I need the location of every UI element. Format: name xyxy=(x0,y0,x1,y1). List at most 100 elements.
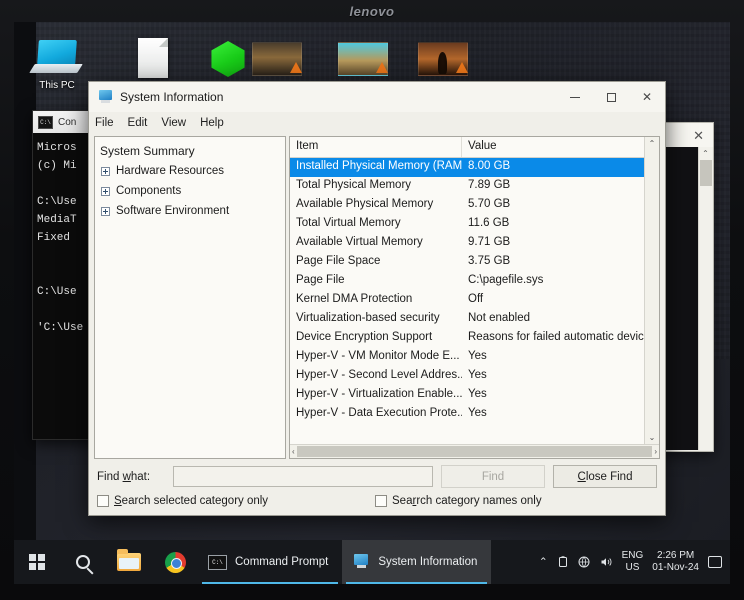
list-vertical-scrollbar[interactable]: ⌃ ⌄ xyxy=(644,137,659,444)
find-bar: Find what: Find Close Find Search select… xyxy=(89,459,665,515)
laptop-bezel: lenovo This PC ✕ ⌃ C:\ Con Micros (c) Mi… xyxy=(0,0,744,600)
desktop-icon-photo-3[interactable] xyxy=(412,36,474,80)
action-center-icon[interactable] xyxy=(708,556,722,568)
table-row[interactable]: Page File C:\pagefile.sys xyxy=(290,272,644,291)
menu-item-edit[interactable]: Edit xyxy=(128,117,148,129)
row-value: Yes xyxy=(468,407,487,419)
table-row[interactable]: Hyper-V - Second Level Addres... Yes xyxy=(290,367,644,386)
close-icon[interactable]: ✕ xyxy=(693,129,704,142)
active-indicator xyxy=(202,582,339,584)
table-row[interactable]: Available Virtual Memory 9.71 GB xyxy=(290,234,644,253)
menu-item-help[interactable]: Help xyxy=(200,117,224,129)
system-information-window[interactable]: System Information ✕ File Edit View Help… xyxy=(88,81,666,516)
desktop-icon-photo-2[interactable] xyxy=(332,36,394,80)
details-list-inner: Item Value Installed Physical Memory (RA… xyxy=(290,137,659,444)
table-row[interactable]: Total Virtual Memory 11.6 GB xyxy=(290,215,644,234)
maximize-button[interactable] xyxy=(593,82,629,112)
search-button[interactable] xyxy=(60,540,106,584)
tree-item-software-environment[interactable]: Software Environment xyxy=(95,201,285,221)
system-tray: ⌃ ENG US 2:26 PM 01-Nov-24 xyxy=(539,550,730,574)
row-value: 8.00 GB xyxy=(468,160,511,172)
category-tree[interactable]: System Summary Hardware Resources Compon… xyxy=(94,136,286,459)
table-row[interactable]: Total Physical Memory 7.89 GB xyxy=(290,177,644,196)
find-what-label: Find what: xyxy=(97,470,151,483)
menu-item-view[interactable]: View xyxy=(161,117,186,129)
document-icon xyxy=(122,36,184,80)
scroll-left-icon[interactable]: ‹ xyxy=(292,447,295,456)
show-hidden-icons-button[interactable]: ⌃ xyxy=(539,556,548,568)
table-row[interactable]: Virtualization-based security Not enabled xyxy=(290,310,644,329)
desktop-icon-photo-1[interactable] xyxy=(246,36,308,80)
language-indicator[interactable]: ENG US xyxy=(622,550,644,574)
tree-item-components[interactable]: Components xyxy=(95,181,285,201)
column-header-value[interactable]: Value xyxy=(462,137,644,157)
search-selected-category-checkbox[interactable]: Search selected category only xyxy=(97,495,375,507)
scroll-up-icon[interactable]: ⌃ xyxy=(649,137,656,150)
file-explorer-button[interactable] xyxy=(106,540,152,584)
row-value: Reasons for failed automatic device en xyxy=(468,331,644,343)
active-indicator xyxy=(346,582,488,584)
clock[interactable]: 2:26 PM 01-Nov-24 xyxy=(652,550,699,574)
table-row[interactable]: Available Physical Memory 5.70 GB xyxy=(290,196,644,215)
table-row[interactable]: Hyper-V - Data Execution Prote... Yes xyxy=(290,405,644,424)
column-header-item[interactable]: Item xyxy=(290,137,462,157)
scrollbar-thumb[interactable] xyxy=(296,446,653,457)
search-icon xyxy=(76,555,90,569)
row-item: Page File xyxy=(296,274,345,286)
row-item: Available Virtual Memory xyxy=(296,236,423,248)
desktop-icon-this-pc[interactable]: This PC xyxy=(26,36,88,91)
window-title: System Information xyxy=(120,90,224,104)
scroll-right-icon[interactable]: › xyxy=(654,447,657,456)
system-information-icon xyxy=(352,554,370,570)
table-row[interactable]: Kernel DMA Protection Off xyxy=(290,291,644,310)
scroll-down-icon[interactable]: ⌄ xyxy=(649,431,656,444)
search-category-names-checkbox[interactable]: Searrch category names only xyxy=(375,495,542,507)
menu-bar: File Edit View Help xyxy=(89,112,665,133)
battery-icon[interactable] xyxy=(557,556,569,568)
row-item: Hyper-V - VM Monitor Mode E... xyxy=(296,350,460,362)
tree-item-system-summary[interactable]: System Summary xyxy=(95,141,285,161)
expand-icon[interactable] xyxy=(101,166,110,176)
table-row[interactable]: Page File Space 3.75 GB xyxy=(290,253,644,272)
expand-icon[interactable] xyxy=(101,206,110,216)
find-input[interactable] xyxy=(173,466,433,487)
scrollbar-thumb[interactable] xyxy=(699,160,712,186)
desktop-icon-document[interactable] xyxy=(122,36,184,80)
start-button[interactable] xyxy=(14,540,60,584)
tree-item-label: Software Environment xyxy=(116,205,230,217)
minimize-button[interactable] xyxy=(557,82,593,112)
list-horizontal-scrollbar[interactable]: ‹ › xyxy=(290,444,659,458)
row-item: Kernel DMA Protection xyxy=(296,293,413,305)
row-value: Yes xyxy=(468,350,487,362)
taskbar-item-system-information[interactable]: System Information xyxy=(342,540,492,584)
taskbar-item-command-prompt[interactable]: C:\ Command Prompt xyxy=(198,540,342,584)
cmd-icon: C:\ xyxy=(208,554,227,570)
network-icon[interactable] xyxy=(578,556,591,569)
this-pc-icon xyxy=(26,36,88,80)
tree-item-hardware-resources[interactable]: Hardware Resources xyxy=(95,161,285,181)
checkbox-icon[interactable] xyxy=(97,495,109,507)
row-item: Page File Space xyxy=(296,255,381,267)
chrome-button[interactable] xyxy=(152,540,198,584)
list-header: Item Value xyxy=(290,137,644,158)
scroll-up-icon[interactable]: ⌃ xyxy=(702,149,709,158)
folder-icon xyxy=(117,549,141,571)
background-window-scrollbar[interactable]: ⌃ xyxy=(698,147,712,450)
screen: This PC ✕ ⌃ C:\ Con Micros (c) Mi C:\Use… xyxy=(14,22,730,584)
menu-item-file[interactable]: File xyxy=(95,117,114,129)
table-row[interactable]: Device Encryption Support Reasons for fai… xyxy=(290,329,644,348)
close-button[interactable]: ✕ xyxy=(629,82,665,112)
table-row[interactable]: Installed Physical Memory (RAM) 8.00 GB xyxy=(290,158,644,177)
table-row[interactable]: Hyper-V - VM Monitor Mode E... Yes xyxy=(290,348,644,367)
checkbox-icon[interactable] xyxy=(375,495,387,507)
volume-icon[interactable] xyxy=(600,556,613,568)
photo-thumbnail-icon xyxy=(246,36,308,80)
find-button[interactable]: Find xyxy=(441,465,545,488)
close-find-button[interactable]: Close Find xyxy=(553,465,657,488)
details-list[interactable]: Item Value Installed Physical Memory (RA… xyxy=(289,136,660,459)
expand-icon[interactable] xyxy=(101,186,110,196)
tree-item-label: Components xyxy=(116,185,182,197)
table-row[interactable]: Hyper-V - Virtualization Enable... Yes xyxy=(290,386,644,405)
system-information-titlebar[interactable]: System Information ✕ xyxy=(89,82,665,112)
taskbar-item-label: System Information xyxy=(378,556,478,568)
